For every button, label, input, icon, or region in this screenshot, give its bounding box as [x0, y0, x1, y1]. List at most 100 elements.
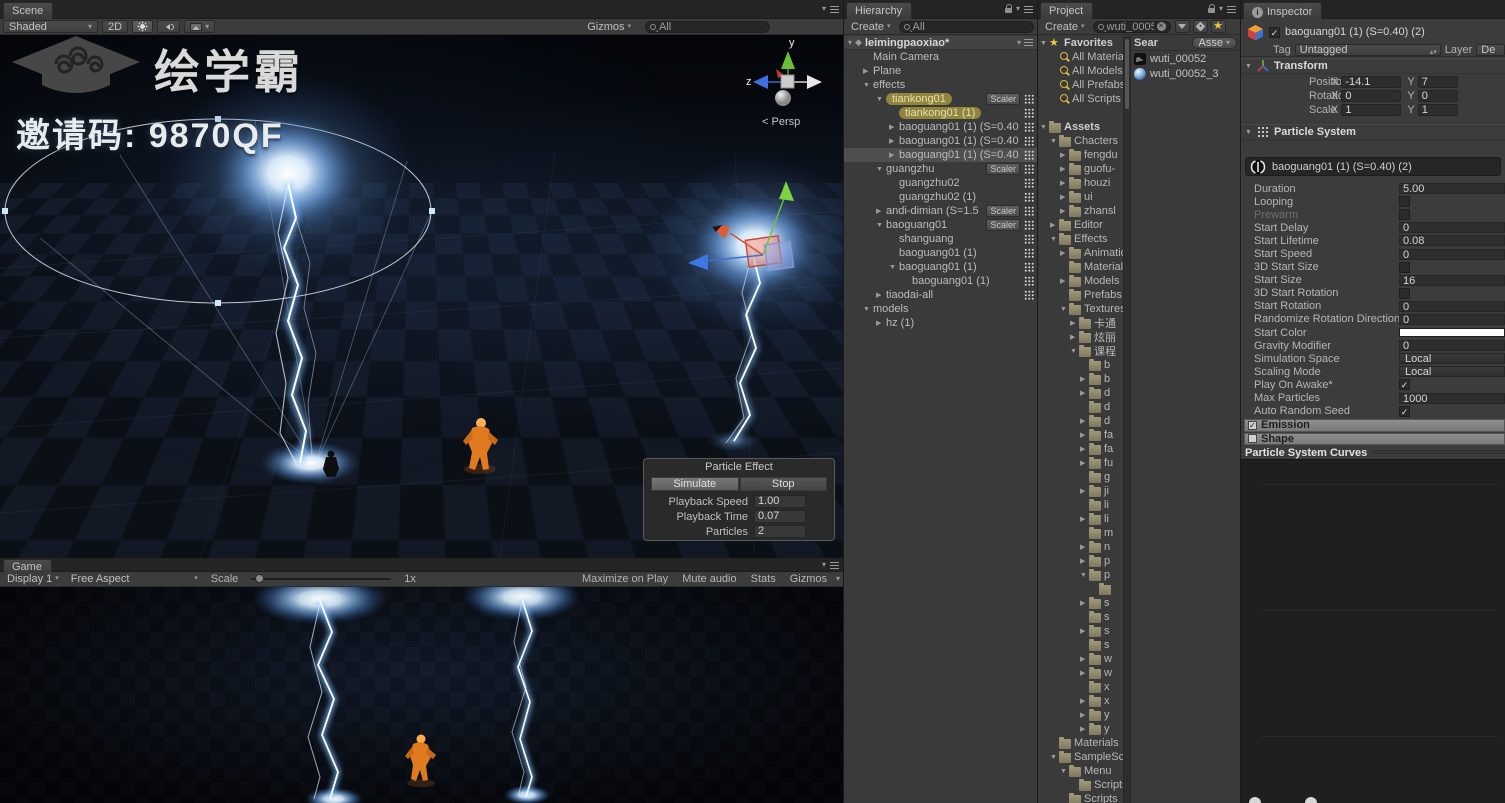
hierarchy-item[interactable]: Plane	[844, 64, 1037, 78]
x-value-field[interactable]: 0	[1341, 90, 1402, 102]
project-tree-item[interactable]: d	[1038, 414, 1123, 428]
property-checkbox[interactable]	[1399, 209, 1410, 221]
expand-arrow-icon[interactable]	[1060, 165, 1069, 173]
expand-arrow-icon[interactable]	[1080, 445, 1089, 453]
particle-property-row[interactable]: Scaling Mode Local	[1241, 365, 1505, 378]
project-tree-item[interactable]: Menu	[1038, 764, 1123, 778]
tab-inspector[interactable]: i Inspector	[1243, 2, 1323, 19]
panel-dropdown-icon[interactable]: ▾	[1016, 5, 1020, 13]
scene-root-row[interactable]: ▾ ◆ leimingpaoxiao* ▾	[844, 36, 1037, 50]
gameobject-name-field[interactable]: baoguang01 (1) (S=0.40) (2)	[1285, 26, 1425, 38]
tab-project[interactable]: Project	[1040, 2, 1094, 19]
expand-arrow-icon[interactable]	[1080, 557, 1089, 565]
splitter-handle-icon[interactable]	[1373, 450, 1505, 455]
project-tree-item[interactable]: d	[1038, 386, 1123, 400]
project-tree-item[interactable]: d	[1038, 400, 1123, 414]
project-tree-item[interactable]: p	[1038, 554, 1123, 568]
hierarchy-item[interactable]: baoguang01 Scaler	[844, 218, 1037, 232]
particle-property-row[interactable]: Max Particles 1000	[1241, 392, 1505, 405]
project-tree-item[interactable]: Prefabs	[1038, 288, 1123, 302]
expand-arrow-icon[interactable]	[1060, 151, 1069, 159]
expand-arrow-icon[interactable]	[1080, 627, 1089, 635]
expand-arrow-icon[interactable]	[1080, 725, 1089, 733]
project-create-button[interactable]: Create ▾	[1041, 20, 1089, 33]
scene-gizmos-dropdown[interactable]: Gizmos ▾	[583, 20, 635, 33]
expand-arrow-icon[interactable]	[1070, 333, 1079, 341]
x-value-field[interactable]: -14.1	[1341, 76, 1402, 88]
project-tree-item[interactable]: 卡通	[1038, 316, 1123, 330]
property-value-field[interactable]: 0	[1399, 340, 1505, 352]
expand-arrow-icon[interactable]	[876, 291, 886, 299]
foldout-arrow-icon[interactable]: ▼	[1245, 129, 1252, 136]
project-tree-item[interactable]: m	[1038, 526, 1123, 540]
favorite-search-button[interactable]: ★	[1210, 20, 1226, 33]
project-tree-item[interactable]: n	[1038, 540, 1123, 554]
project-tree-item[interactable]: ui	[1038, 190, 1123, 204]
hierarchy-item[interactable]: andi-dimian (S=1.5 Scaler	[844, 204, 1037, 218]
project-tree-item[interactable]: Editor	[1038, 218, 1123, 232]
property-value-field[interactable]: 1000	[1399, 392, 1505, 404]
particle-effect-row-value[interactable]: 1.00	[754, 495, 806, 508]
expand-arrow-icon[interactable]	[1080, 711, 1089, 719]
layer-dropdown[interactable]: De	[1476, 43, 1505, 56]
tab-game[interactable]: Game	[3, 559, 52, 573]
particle-property-row[interactable]: Start Lifetime 0.08	[1241, 234, 1505, 247]
project-tree-item[interactable]: All Scripts	[1038, 92, 1123, 106]
tab-hierarchy[interactable]: Hierarchy	[846, 2, 913, 19]
y-value-field[interactable]: 1	[1417, 104, 1458, 116]
panel-dropdown-icon[interactable]: ▾	[822, 5, 826, 13]
particle-property-row[interactable]: Start Rotation 0	[1241, 300, 1505, 313]
expand-arrow-icon[interactable]	[876, 207, 886, 215]
panel-menu-icon[interactable]	[830, 561, 839, 569]
expand-arrow-icon[interactable]	[1060, 249, 1069, 257]
expand-arrow-icon[interactable]	[876, 319, 886, 327]
hierarchy-item[interactable]: Main Camera	[844, 50, 1037, 64]
stop-button[interactable]: Stop	[739, 477, 827, 491]
particle-property-row[interactable]: Start Speed 0	[1241, 247, 1505, 260]
hierarchy-item[interactable]: tiaodai-all	[844, 288, 1037, 302]
project-scrollbar[interactable]	[1123, 36, 1131, 803]
clear-search-icon[interactable]: ✕	[1156, 22, 1166, 31]
expand-arrow-icon[interactable]	[1050, 138, 1059, 145]
project-tree-item[interactable]: b	[1038, 358, 1123, 372]
expand-arrow-icon[interactable]	[1080, 599, 1089, 607]
panel-dropdown-icon[interactable]: ▾	[1219, 5, 1223, 13]
project-tree-item[interactable]: li	[1038, 498, 1123, 512]
2d-toggle-button[interactable]: 2D	[102, 20, 129, 33]
project-tree-item[interactable]: y	[1038, 708, 1123, 722]
expand-arrow-icon[interactable]	[1050, 754, 1059, 761]
axis-orientation-gizmo[interactable]	[753, 51, 822, 106]
module-checkbox[interactable]	[1248, 420, 1257, 430]
property-value-field[interactable]: 0	[1399, 313, 1505, 325]
hierarchy-item[interactable]: shanguang	[844, 232, 1037, 246]
expand-arrow-icon[interactable]	[876, 222, 886, 229]
character-model[interactable]	[463, 418, 498, 474]
expand-arrow-icon[interactable]	[1080, 375, 1089, 383]
particle-property-row[interactable]: Start Delay 0	[1241, 221, 1505, 234]
scene-menu-icon[interactable]	[1024, 39, 1033, 46]
particle-property-row[interactable]: Play On Awake*	[1241, 378, 1505, 391]
expand-arrow-icon[interactable]	[1040, 40, 1049, 47]
particle-property-row[interactable]: Duration 5.00	[1241, 182, 1505, 195]
curve-preset-icon[interactable]	[1305, 797, 1317, 803]
particle-system-curves-area[interactable]	[1241, 459, 1505, 803]
hierarchy-item[interactable]: baoguang01 (1)	[844, 246, 1037, 260]
expand-arrow-icon[interactable]: ▾	[848, 38, 852, 47]
expand-arrow-icon[interactable]	[876, 96, 886, 103]
project-tree-item[interactable]: houzi	[1038, 176, 1123, 190]
expand-arrow-icon[interactable]	[876, 166, 886, 173]
project-tree-item[interactable]: Animations	[1038, 246, 1123, 260]
property-value-field[interactable]: 0	[1399, 248, 1505, 260]
property-checkbox[interactable]	[1399, 379, 1410, 391]
expand-arrow-icon[interactable]	[1080, 669, 1089, 677]
module-checkbox[interactable]	[1248, 434, 1257, 444]
active-checkbox[interactable]: ✓	[1269, 26, 1280, 38]
project-tree-item[interactable]: s	[1038, 638, 1123, 652]
particle-property-row[interactable]: Randomize Rotation Direction 0	[1241, 313, 1505, 326]
project-tree-item[interactable]: y	[1038, 722, 1123, 736]
project-tree-item[interactable]	[1038, 582, 1123, 596]
project-tree-item[interactable]: 课程	[1038, 344, 1123, 358]
scaler-badge[interactable]: Scaler	[986, 205, 1020, 217]
hierarchy-item[interactable]: tiankong01 (1)	[844, 106, 1037, 120]
particle-property-row[interactable]: 3D Start Size	[1241, 261, 1505, 274]
